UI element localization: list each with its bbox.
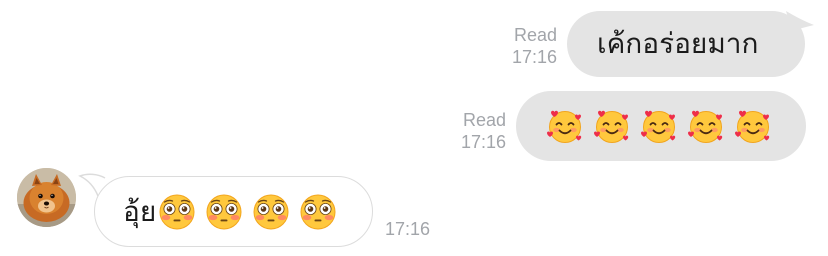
read-receipt: Read — [462, 110, 506, 130]
received-message-1-meta: 17:16 — [385, 218, 430, 240]
smiling-face-with-hearts-icon — [639, 106, 679, 146]
sent-message-1[interactable]: เค้กอร่อยมาก — [567, 11, 805, 77]
message-text: เค้กอร่อยมาก — [597, 27, 759, 60]
sent-message-2-meta: Read 17:16 — [449, 109, 506, 153]
flushed-face-icon — [251, 192, 291, 232]
received-message-1[interactable]: อุ้ย — [94, 176, 373, 247]
message-text: อุ้ย — [123, 194, 157, 228]
emoji-row — [157, 192, 338, 232]
sent-bubble-tail — [786, 11, 814, 31]
flushed-face-icon — [157, 192, 197, 232]
timestamp: 17:16 — [460, 132, 506, 152]
pomeranian-dog-avatar-icon — [17, 168, 76, 227]
contact-avatar[interactable] — [17, 168, 76, 227]
emoji-row — [545, 106, 773, 146]
flushed-face-icon — [298, 192, 338, 232]
smiling-face-with-hearts-icon — [545, 106, 585, 146]
read-receipt: Read — [513, 25, 557, 45]
smiling-face-with-hearts-icon — [592, 106, 632, 146]
smiling-face-with-hearts-icon — [686, 106, 726, 146]
timestamp: 17:16 — [511, 47, 557, 67]
smiling-face-with-hearts-icon — [733, 106, 773, 146]
sent-message-2[interactable] — [516, 91, 806, 161]
sent-message-1-meta: Read 17:16 — [500, 24, 557, 68]
timestamp: 17:16 — [385, 219, 431, 239]
flushed-face-icon — [204, 192, 244, 232]
